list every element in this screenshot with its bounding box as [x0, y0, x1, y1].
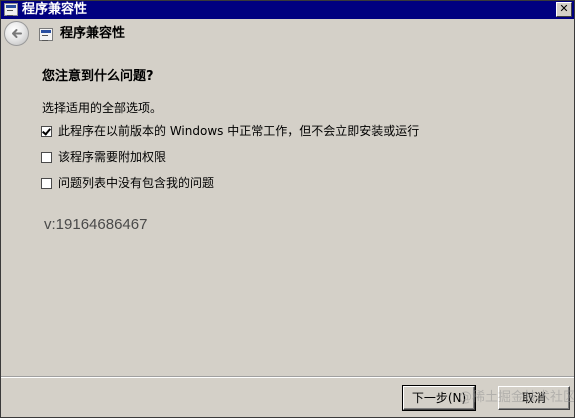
cancel-button[interactable]: 取消: [498, 386, 570, 410]
version-text: v:19164686467: [44, 216, 148, 233]
navigation-header: 程序兼容性: [1, 19, 574, 50]
option-problem-not-listed[interactable]: 问题列表中没有包含我的问题: [41, 175, 214, 191]
window-title: 程序兼容性: [22, 2, 88, 17]
page-icon: [39, 28, 53, 41]
checkbox-additional-permissions[interactable]: [41, 151, 52, 163]
option-previous-windows[interactable]: 此程序在以前版本的 Windows 中正常工作，但不会立即安装或运行: [41, 123, 419, 139]
back-button[interactable]: [4, 21, 29, 46]
back-arrow-icon: [12, 29, 22, 38]
program-compat-icon: [4, 3, 18, 16]
title-bar: 程序兼容性 ✕: [1, 1, 574, 19]
option-label: 该程序需要附加权限: [58, 150, 167, 164]
instruction-text: 选择适用的全部选项。: [42, 101, 163, 115]
page-title: 程序兼容性: [60, 26, 126, 41]
next-button[interactable]: 下一步(N): [402, 385, 476, 411]
close-icon: ✕: [559, 2, 569, 15]
checkbox-problem-not-listed[interactable]: [41, 177, 52, 189]
option-label: 问题列表中没有包含我的问题: [58, 176, 215, 190]
checkbox-previous-windows[interactable]: [41, 125, 52, 137]
content-area: 您注意到什么问题? 选择适用的全部选项。 此程序在以前版本的 Windows 中…: [1, 50, 574, 376]
close-button[interactable]: ✕: [556, 2, 572, 17]
footer-divider: [1, 376, 574, 378]
compatibility-dialog: 程序兼容性 ✕ 程序兼容性 您注意到什么问题? 选择适用的全部选项。 此程序在以…: [0, 0, 575, 418]
question-heading: 您注意到什么问题?: [42, 69, 154, 84]
option-label: 此程序在以前版本的 Windows 中正常工作，但不会立即安装或运行: [58, 124, 420, 138]
option-additional-permissions[interactable]: 该程序需要附加权限: [41, 149, 166, 165]
